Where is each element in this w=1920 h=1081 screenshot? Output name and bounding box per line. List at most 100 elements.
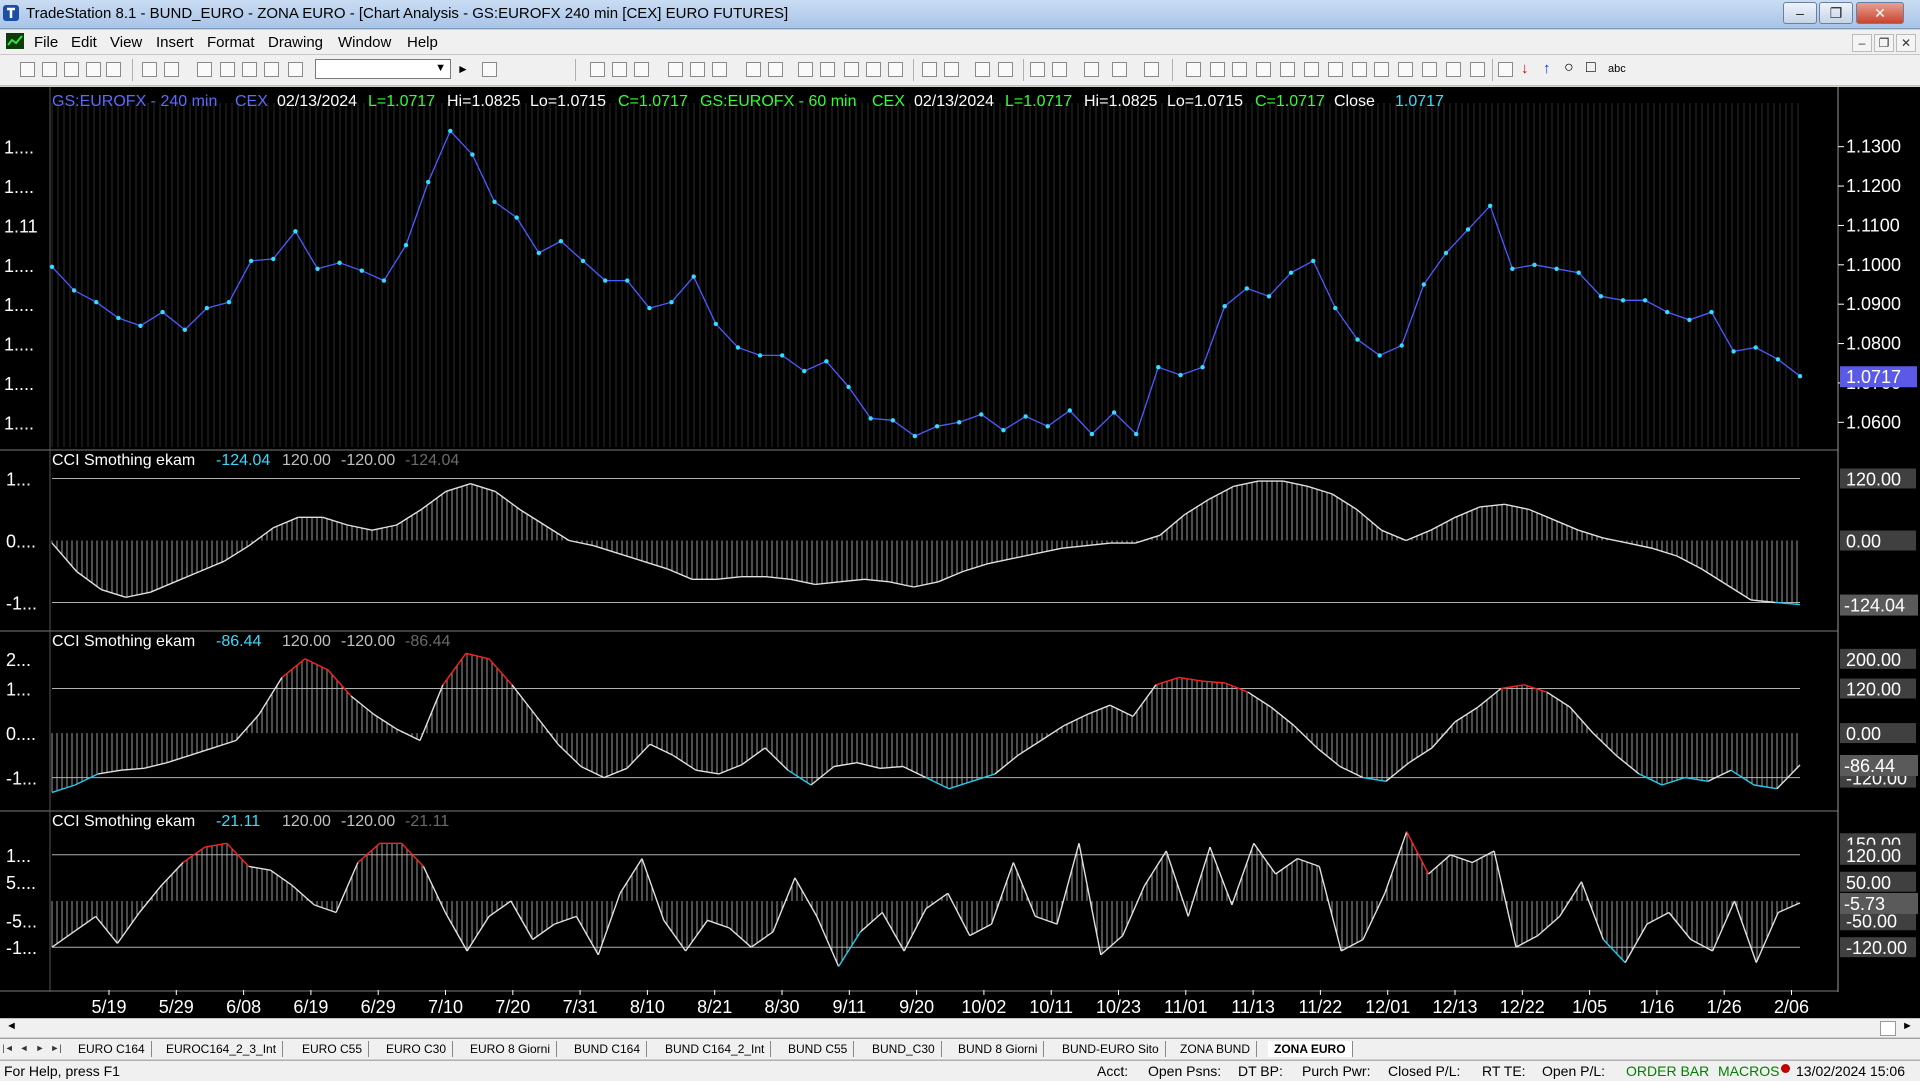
strategy-icon[interactable] (264, 62, 279, 77)
gann-icon[interactable] (1280, 62, 1295, 77)
tab-bund-c30[interactable]: BUND_C30 (866, 1041, 942, 1057)
bars-icon[interactable] (888, 62, 903, 77)
tab-euro-c30[interactable]: EURO C30 (380, 1041, 454, 1057)
copy-icon[interactable] (106, 62, 121, 77)
window-icon[interactable] (768, 62, 783, 77)
scan-icon[interactable] (866, 62, 881, 77)
menu-window[interactable]: Window (338, 34, 391, 51)
format-symbol-icon[interactable] (220, 62, 235, 77)
scroll-right-icon[interactable]: ► (1902, 1020, 1913, 1032)
menu-insert[interactable]: Insert (156, 34, 194, 51)
mdi-minimize-button[interactable]: – (1852, 34, 1872, 52)
symbol-combo[interactable]: ▼ (315, 59, 451, 79)
open-workspace-icon[interactable] (64, 62, 79, 77)
maximize-button[interactable]: ❐ (1819, 2, 1853, 24)
radar-icon[interactable] (288, 62, 303, 77)
tab-bund-8-giorni[interactable]: BUND 8 Giorni (952, 1041, 1045, 1057)
layout-icon[interactable] (746, 62, 761, 77)
menu-drawing[interactable]: Drawing (268, 34, 323, 51)
pointer-icon[interactable] (1030, 62, 1045, 77)
tools-icon[interactable] (1084, 62, 1099, 77)
tab-next-icon[interactable]: ► (34, 1042, 46, 1055)
macros-button[interactable]: MACROS (1718, 1063, 1779, 1079)
chart-window-icon[interactable] (6, 33, 24, 49)
scroll-left-icon[interactable]: ◄ (6, 1020, 17, 1032)
bar-icon[interactable] (590, 62, 605, 77)
select-icon[interactable] (1052, 62, 1067, 77)
chart-analysis-window[interactable]: 1.1300 1.... 1.1200 1.... 1.1100 1.11 1.1000 1.… (0, 87, 1920, 1035)
minimize-button[interactable]: – (1783, 2, 1817, 24)
trendline-icon[interactable] (1186, 62, 1201, 77)
format-window-icon[interactable] (197, 62, 212, 77)
menu-view[interactable]: View (110, 34, 142, 51)
tab-bund-c164-2-int[interactable]: BUND C164_2_Int (659, 1041, 772, 1057)
tab-prev-icon[interactable]: ◄ (18, 1042, 30, 1055)
tab-bund-c55[interactable]: BUND C55 (782, 1041, 855, 1057)
mdi-restore-button[interactable]: ❐ (1874, 34, 1894, 52)
order-icon[interactable] (1112, 62, 1127, 77)
rectangle-icon[interactable]: □ (1586, 59, 1596, 77)
scroll-thumb[interactable] (1880, 1021, 1896, 1036)
hotlist-icon[interactable] (820, 62, 835, 77)
chevron-right-icon[interactable]: ► (457, 62, 469, 76)
parallel-icon[interactable] (1422, 62, 1437, 77)
candle-icon[interactable] (612, 62, 627, 77)
menu-file[interactable]: File (34, 34, 58, 51)
ellipse-icon[interactable]: ○ (1564, 59, 1574, 77)
pencil-icon[interactable] (1470, 62, 1485, 77)
horizontal-lines-icon[interactable] (1232, 62, 1247, 77)
zoom-in-icon[interactable] (975, 62, 990, 77)
scroll-icon[interactable] (944, 62, 959, 77)
tab-last-icon[interactable]: ►| (50, 1042, 62, 1055)
menu-edit[interactable]: Edit (71, 34, 97, 51)
cci-line-segment (947, 892, 971, 936)
channel-icon[interactable] (1352, 62, 1367, 77)
speed-lines-icon[interactable] (1328, 62, 1343, 77)
tab-zona-euro[interactable]: ZONA EURO (1268, 1041, 1353, 1057)
new-icon[interactable] (20, 62, 35, 77)
text-icon[interactable]: abc (1608, 63, 1626, 75)
tab-euro-c164[interactable]: EURO C164 (72, 1041, 152, 1057)
wave-icon[interactable] (690, 62, 705, 77)
x-axis-label: 11/13 (1231, 997, 1275, 1017)
arrow-up-icon[interactable]: ↑ (1543, 60, 1551, 77)
zoom-out-icon[interactable] (998, 62, 1013, 77)
tab-euroc164-2-3-int[interactable]: EUROC164_2_3_Int (160, 1041, 284, 1057)
menu-help[interactable]: Help (407, 34, 438, 51)
horizontal-scrollbar[interactable]: ◄ ► (0, 1018, 1920, 1037)
chart-svg[interactable]: 1.1300 1.... 1.1200 1.... 1.1100 1.11 1.1000 1.… (0, 87, 1920, 1017)
andrews-icon[interactable] (1374, 62, 1389, 77)
x-axis-label: 12/22 (1500, 997, 1545, 1017)
tab-euro-8-giorni[interactable]: EURO 8 Giorni (464, 1041, 558, 1057)
mdi-close-button[interactable]: ✕ (1896, 34, 1916, 52)
lock-icon[interactable] (242, 62, 257, 77)
new-window-icon[interactable] (86, 62, 101, 77)
tab-first-icon[interactable]: |◄ (2, 1042, 14, 1055)
tab-bund-c164[interactable]: BUND C164 (568, 1041, 648, 1057)
alert-icon[interactable] (1144, 62, 1159, 77)
vertical-lines-icon[interactable] (1210, 62, 1225, 77)
order-bar-button[interactable]: ORDER BAR (1626, 1063, 1709, 1079)
menu-format[interactable]: Format (207, 34, 255, 51)
regression-icon[interactable] (1304, 62, 1319, 77)
arrow-icon[interactable] (1398, 62, 1413, 77)
arc-icon[interactable] (1446, 62, 1461, 77)
table-icon[interactable] (634, 62, 649, 77)
fib-icon[interactable] (1256, 62, 1271, 77)
find-icon[interactable] (482, 62, 497, 77)
tab-euro-c55[interactable]: EURO C55 (296, 1041, 370, 1057)
refresh-icon[interactable] (712, 62, 727, 77)
curve-icon[interactable] (1498, 62, 1513, 77)
arrow-down-icon[interactable]: ↓ (1521, 60, 1529, 77)
open-icon[interactable] (42, 62, 57, 77)
save-icon[interactable] (142, 62, 157, 77)
tab-zona-bund[interactable]: ZONA BUND (1174, 1041, 1258, 1057)
grid-icon[interactable] (798, 62, 813, 77)
chart-icon[interactable] (844, 62, 859, 77)
crosshair-icon[interactable] (922, 62, 937, 77)
print-icon[interactable] (164, 62, 179, 77)
tab-bund-euro-sito[interactable]: BUND-EURO Sito (1056, 1041, 1166, 1057)
close-button[interactable]: ✕ (1856, 2, 1904, 24)
x-axis-label: 1/16 (1639, 997, 1674, 1017)
line-chart-icon[interactable] (668, 62, 683, 77)
